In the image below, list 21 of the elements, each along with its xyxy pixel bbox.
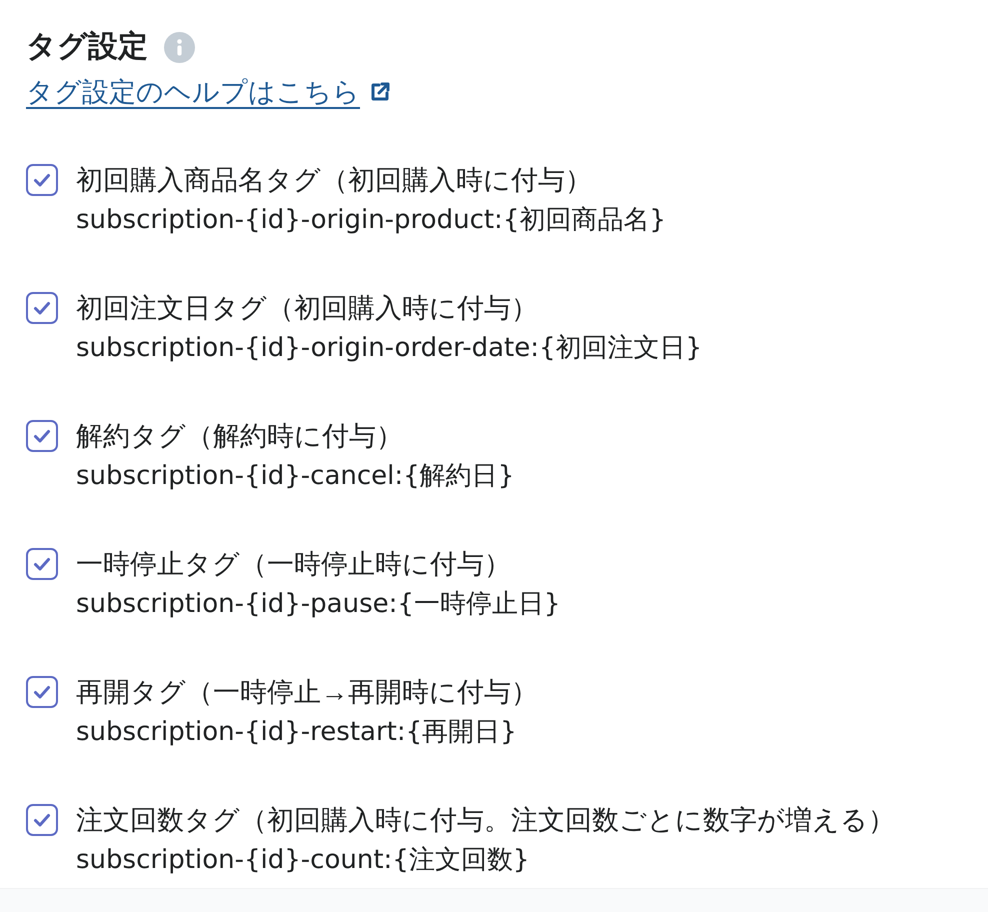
tag-label: 解約タグ（解約時に付与） <box>76 420 404 453</box>
tag-format: subscription-{id}-origin-product:{初回商品名} <box>76 204 666 237</box>
tag-label: 初回購入商品名タグ（初回購入時に付与） <box>76 164 593 197</box>
tag-label: 注文回数タグ（初回購入時に付与。注文回数ごとに数字が増える） <box>76 804 895 837</box>
tag-format: subscription-{id}-restart:{再開日} <box>76 716 518 749</box>
help-link[interactable]: タグ設定のヘルプはこちら <box>26 74 360 110</box>
checkbox[interactable] <box>26 164 58 196</box>
checkbox[interactable] <box>26 420 58 452</box>
checkbox[interactable] <box>26 548 58 580</box>
tag-label: 再開タグ（一時停止→再開時に付与） <box>76 676 538 709</box>
checkbox[interactable] <box>26 292 58 324</box>
external-link-icon <box>370 82 390 102</box>
tag-format: subscription-{id}-pause:{一時停止日} <box>76 588 560 621</box>
tag-format: subscription-{id}-cancel:{解約日} <box>76 460 514 493</box>
tag-label: 初回注文日タグ（初回購入時に付与） <box>76 292 539 325</box>
tag-label: 一時停止タグ（一時停止時に付与） <box>76 548 512 581</box>
tag-format: subscription-{id}-origin-order-date:{初回注文日} <box>76 332 702 365</box>
section-title: タグ設定 <box>26 29 148 65</box>
checkbox[interactable] <box>26 676 58 708</box>
checkbox[interactable] <box>26 804 58 836</box>
tag-format: subscription-{id}-count:{注文回数} <box>76 844 530 877</box>
